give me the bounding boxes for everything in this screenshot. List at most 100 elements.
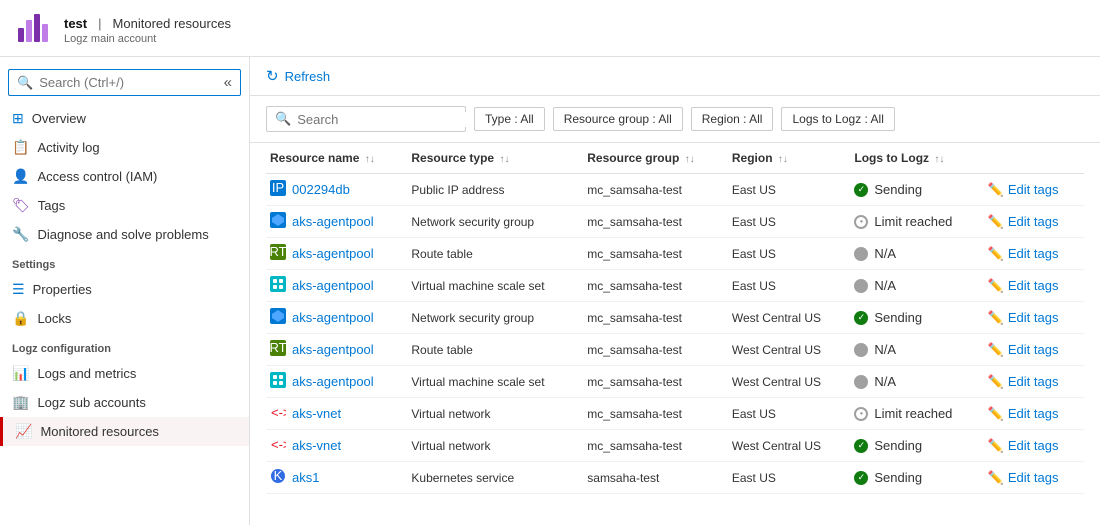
sort-arrows-type[interactable]: ↑↓ <box>499 154 509 165</box>
resource-name-link[interactable]: aks-vnet <box>292 438 341 453</box>
sidebar-search-box[interactable]: 🔍 « <box>8 69 241 96</box>
cell-logs-status: Limit reached <box>850 398 983 430</box>
cell-logs-status: Sending <box>850 430 983 462</box>
sub-icon: 🏢 <box>12 394 29 411</box>
cell-edit-tags: ✏️Edit tags <box>984 270 1084 302</box>
edit-tags-link[interactable]: ✏️Edit tags <box>988 406 1076 422</box>
edit-tags-link[interactable]: ✏️Edit tags <box>988 246 1076 262</box>
edit-icon: ✏️ <box>988 406 1004 422</box>
resource-name-link[interactable]: 002294db <box>292 182 350 197</box>
cell-resource-group: mc_samsaha-test <box>583 366 728 398</box>
cell-resource-type: Route table <box>407 238 583 270</box>
sort-arrows-rg[interactable]: ↑↓ <box>685 154 695 165</box>
edit-tags-link[interactable]: ✏️Edit tags <box>988 310 1076 326</box>
title-bold: test <box>64 16 87 31</box>
cell-logs-status: Limit reached <box>850 206 983 238</box>
resource-group-filter[interactable]: Resource group : All <box>553 107 683 131</box>
cell-resource-group: mc_samsaha-test <box>583 398 728 430</box>
iam-icon: 👤 <box>12 168 29 185</box>
sidebar-item-activity-log[interactable]: 📋 Activity log <box>0 133 249 162</box>
cell-edit-tags: ✏️Edit tags <box>984 206 1084 238</box>
svg-text:IP: IP <box>272 180 284 195</box>
resource-type-icon <box>270 308 286 327</box>
diagnose-icon: 🔧 <box>12 226 29 243</box>
sidebar-search-input[interactable] <box>39 75 217 90</box>
sidebar-item-monitored[interactable]: 📈 Monitored resources <box>0 417 249 446</box>
sort-arrows-name[interactable]: ↑↓ <box>365 154 375 165</box>
filter-search-input[interactable] <box>297 112 473 127</box>
edit-tags-link[interactable]: ✏️Edit tags <box>988 438 1076 454</box>
resource-table-container: Resource name ↑↓ Resource type ↑↓ Resour… <box>250 143 1100 494</box>
type-filter[interactable]: Type : All <box>474 107 545 131</box>
cell-region: East US <box>728 270 851 302</box>
col-actions <box>984 143 1084 174</box>
sending-dot <box>854 183 868 197</box>
sidebar-item-diagnose[interactable]: 🔧 Diagnose and solve problems <box>0 220 249 249</box>
sidebar-item-overview[interactable]: ⊞ Overview <box>0 104 249 133</box>
sidebar-item-locks[interactable]: 🔒 Locks <box>0 304 249 333</box>
resource-type-icon: <-> <box>270 436 286 455</box>
sidebar-item-iam[interactable]: 👤 Access control (IAM) <box>0 162 249 191</box>
sidebar-item-tags[interactable]: 🏷 Tags <box>0 191 249 220</box>
resource-name-link[interactable]: aks-agentpool <box>292 246 374 261</box>
cell-edit-tags: ✏️Edit tags <box>984 174 1084 206</box>
cell-resource-type: Virtual machine scale set <box>407 270 583 302</box>
resource-name-link[interactable]: aks1 <box>292 470 319 485</box>
cell-resource-name: aks-agentpool <box>266 270 407 302</box>
region-filter[interactable]: Region : All <box>691 107 774 131</box>
resource-type-icon: IP <box>270 180 286 199</box>
sort-arrows-region[interactable]: ↑↓ <box>778 154 788 165</box>
cell-resource-group: mc_samsaha-test <box>583 270 728 302</box>
activity-icon: 📋 <box>12 139 29 156</box>
sidebar-item-properties[interactable]: ☰ Properties <box>0 275 249 304</box>
locks-icon: 🔒 <box>12 310 29 327</box>
cell-resource-group: mc_samsaha-test <box>583 430 728 462</box>
cell-resource-name: K aks1 <box>266 462 407 494</box>
cell-edit-tags: ✏️Edit tags <box>984 462 1084 494</box>
logs-to-logz-filter[interactable]: Logs to Logz : All <box>781 107 894 131</box>
resource-name-link[interactable]: aks-agentpool <box>292 278 374 293</box>
cell-resource-type: Network security group <box>407 302 583 334</box>
cell-resource-type: Route table <box>407 334 583 366</box>
resource-name-link[interactable]: aks-agentpool <box>292 214 374 229</box>
refresh-button[interactable]: ↻ Refresh <box>266 67 330 85</box>
top-bar: test | Monitored resources Logz main acc… <box>0 0 1100 57</box>
cell-resource-name: <-> aks-vnet <box>266 398 407 430</box>
cell-region: West Central US <box>728 366 851 398</box>
collapse-button[interactable]: « <box>224 74 232 91</box>
edit-tags-link[interactable]: ✏️Edit tags <box>988 278 1076 294</box>
edit-tags-link[interactable]: ✏️Edit tags <box>988 374 1076 390</box>
sidebar-item-logz-sub[interactable]: 🏢 Logz sub accounts <box>0 388 249 417</box>
cell-resource-name: RT aks-agentpool <box>266 334 407 366</box>
cell-resource-type: Virtual machine scale set <box>407 366 583 398</box>
status-label: N/A <box>874 278 896 293</box>
resource-type-icon <box>270 276 286 295</box>
cell-region: East US <box>728 206 851 238</box>
sidebar-item-label: Locks <box>37 311 71 326</box>
logs-icon: 📊 <box>12 365 29 382</box>
resource-name-link[interactable]: aks-vnet <box>292 406 341 421</box>
monitored-icon: 📈 <box>15 423 32 440</box>
sort-arrows-logs[interactable]: ↑↓ <box>934 154 944 165</box>
cell-resource-name: <-> aks-vnet <box>266 430 407 462</box>
filter-search-box[interactable]: 🔍 <box>266 106 466 132</box>
edit-icon: ✏️ <box>988 214 1004 230</box>
sidebar-item-label: Diagnose and solve problems <box>37 227 208 242</box>
status-badge: Sending <box>854 182 975 197</box>
edit-tags-link[interactable]: ✏️Edit tags <box>988 342 1076 358</box>
status-label: N/A <box>874 246 896 261</box>
cell-logs-status: N/A <box>850 366 983 398</box>
cell-resource-group: mc_samsaha-test <box>583 206 728 238</box>
resource-name-link[interactable]: aks-agentpool <box>292 310 374 325</box>
settings-section-label: Settings <box>0 249 249 275</box>
cell-logs-status: N/A <box>850 334 983 366</box>
status-badge: Limit reached <box>854 214 975 229</box>
status-badge: N/A <box>854 246 975 261</box>
resource-name-link[interactable]: aks-agentpool <box>292 342 374 357</box>
edit-icon: ✏️ <box>988 278 1004 294</box>
edit-tags-link[interactable]: ✏️Edit tags <box>988 182 1076 198</box>
resource-name-link[interactable]: aks-agentpool <box>292 374 374 389</box>
sidebar-item-logs-metrics[interactable]: 📊 Logs and metrics <box>0 359 249 388</box>
edit-tags-link[interactable]: ✏️Edit tags <box>988 470 1076 486</box>
edit-tags-link[interactable]: ✏️Edit tags <box>988 214 1076 230</box>
